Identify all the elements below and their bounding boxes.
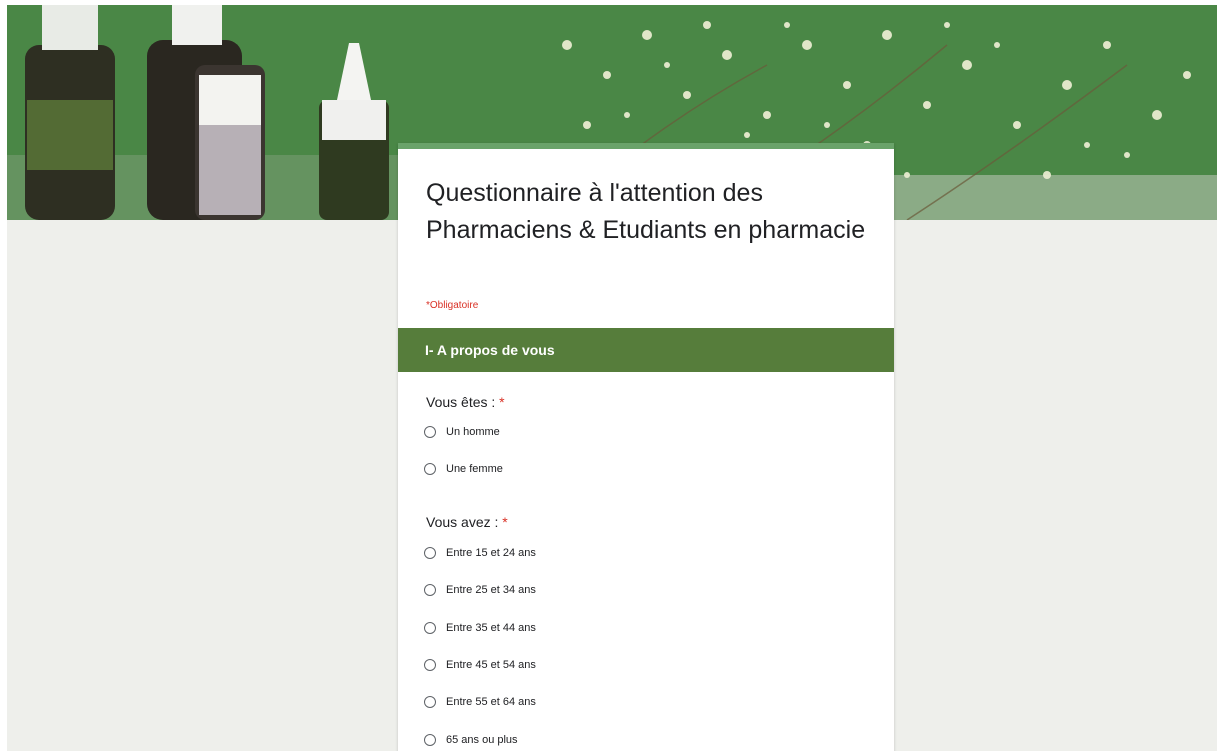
question-gender: Vous êtes : * xyxy=(426,394,505,410)
radio-option-65-plus[interactable]: 65 ans ou plus xyxy=(424,731,518,749)
option-label: Entre 25 et 34 ans xyxy=(446,584,536,596)
radio-unchecked-icon[interactable] xyxy=(424,659,436,671)
radio-option-15-24[interactable]: Entre 15 et 24 ans xyxy=(424,544,536,562)
radio-option-45-54[interactable]: Entre 45 et 54 ans xyxy=(424,656,536,674)
radio-option-25-34[interactable]: Entre 25 et 34 ans xyxy=(424,581,536,599)
option-label: Entre 55 et 64 ans xyxy=(446,696,536,708)
radio-unchecked-icon[interactable] xyxy=(424,734,436,746)
required-asterisk: * xyxy=(499,394,505,410)
section-header: I- A propos de vous xyxy=(398,328,894,372)
question-label: Vous avez : xyxy=(426,514,499,530)
option-label: Une femme xyxy=(446,463,503,475)
required-note: *Obligatoire xyxy=(426,300,479,311)
radio-option-35-44[interactable]: Entre 35 et 44 ans xyxy=(424,619,536,637)
option-label: Entre 45 et 54 ans xyxy=(446,659,536,671)
option-label: Entre 15 et 24 ans xyxy=(446,547,536,559)
radio-option-une-femme[interactable]: Une femme xyxy=(424,460,503,478)
card-accent-bar xyxy=(398,143,894,149)
radio-unchecked-icon[interactable] xyxy=(424,426,436,438)
form-title: Questionnaire à l'attention des Pharmaci… xyxy=(426,179,866,244)
radio-unchecked-icon[interactable] xyxy=(424,584,436,596)
radio-option-un-homme[interactable]: Un homme xyxy=(424,423,500,441)
radio-unchecked-icon[interactable] xyxy=(424,696,436,708)
section-title: I- A propos de vous xyxy=(425,342,555,358)
question-label: Vous êtes : xyxy=(426,394,496,410)
radio-option-55-64[interactable]: Entre 55 et 64 ans xyxy=(424,693,536,711)
radio-unchecked-icon[interactable] xyxy=(424,547,436,559)
question-age: Vous avez : * xyxy=(426,514,508,530)
form-card: Questionnaire à l'attention des Pharmaci… xyxy=(398,143,894,751)
option-label: 65 ans ou plus xyxy=(446,734,518,746)
radio-unchecked-icon[interactable] xyxy=(424,622,436,634)
option-label: Un homme xyxy=(446,426,500,438)
required-asterisk: * xyxy=(502,514,508,530)
page-background: Questionnaire à l'attention des Pharmaci… xyxy=(7,5,1217,751)
option-label: Entre 35 et 44 ans xyxy=(446,622,536,634)
radio-unchecked-icon[interactable] xyxy=(424,463,436,475)
